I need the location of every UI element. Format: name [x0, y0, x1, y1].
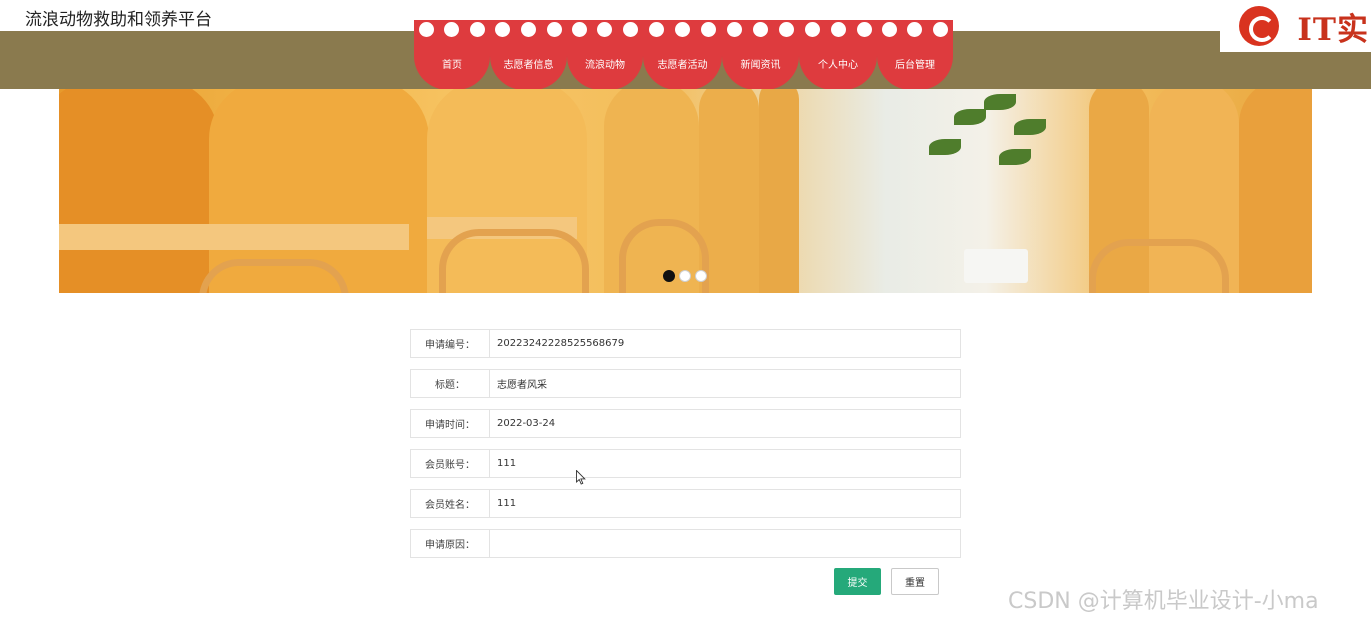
form-row-application-time: 申请时间： 2022-03-24	[410, 409, 961, 438]
form-row-member-account: 会员账号： 111	[410, 449, 961, 478]
nav-item-label: 志愿者活动	[657, 60, 708, 71]
watermark: CSDN @计算机毕业设计-小ma	[1008, 589, 1319, 614]
nav-item-home[interactable]: 首页	[414, 20, 490, 90]
carousel-dot-3[interactable]	[695, 270, 707, 282]
banner-chair	[439, 229, 589, 293]
banner-booth-panel	[759, 89, 799, 293]
banner-leaf	[1014, 119, 1046, 135]
form-row-title: 标题： 志愿者风采	[410, 369, 961, 398]
form-row-member-name: 会员姓名： 111	[410, 489, 961, 518]
carousel-indicators	[663, 270, 707, 282]
banner-leaf	[999, 149, 1031, 165]
form-actions: 提交 重置	[834, 568, 939, 595]
application-number-label: 申请编号：	[410, 329, 490, 358]
carousel-banner[interactable]	[59, 89, 1312, 293]
form-row-application-number: 申请编号： 20223242228525568679	[410, 329, 961, 358]
scallop-decoration	[722, 20, 799, 37]
scallop-decoration	[799, 20, 877, 37]
application-form: 申请编号： 20223242228525568679 标题： 志愿者风采 申请时…	[410, 329, 961, 569]
submit-button[interactable]: 提交	[834, 568, 881, 595]
logo: IT实	[1220, 0, 1371, 52]
banner-chair	[199, 259, 349, 293]
scallop-decoration	[643, 20, 722, 37]
application-time-label: 申请时间：	[410, 409, 490, 438]
logo-text: IT实	[1297, 11, 1369, 48]
application-time-field[interactable]: 2022-03-24	[490, 409, 961, 438]
form-row-application-reason: 申请原因：	[410, 529, 961, 558]
mouse-cursor-icon	[576, 470, 586, 485]
banner-chair	[1089, 239, 1229, 293]
main-menu: 首页 志愿者信息 流浪动物 志愿者活动 新闻资讯 个人中心 后台管理	[414, 20, 953, 90]
application-reason-field[interactable]	[490, 529, 961, 558]
nav-item-admin[interactable]: 后台管理	[877, 20, 953, 90]
banner-desk	[59, 224, 409, 250]
member-name-label: 会员姓名：	[410, 489, 490, 518]
nav-item-label: 首页	[442, 60, 462, 71]
nav-item-label: 流浪动物	[585, 60, 625, 71]
member-account-field[interactable]: 111	[490, 449, 961, 478]
banner-booth-panel	[1239, 89, 1312, 293]
scallop-decoration	[414, 20, 490, 37]
banner-leaf	[954, 109, 986, 125]
nav-item-stray-animals[interactable]: 流浪动物	[567, 20, 643, 90]
nav-item-volunteer-info[interactable]: 志愿者信息	[490, 20, 567, 90]
member-account-label: 会员账号：	[410, 449, 490, 478]
banner-leaf	[984, 94, 1016, 110]
nav-item-news[interactable]: 新闻资讯	[722, 20, 799, 90]
nav-item-label: 志愿者信息	[503, 60, 554, 71]
chrome-icon	[1239, 6, 1280, 46]
application-reason-label: 申请原因：	[410, 529, 490, 558]
nav-item-label: 后台管理	[895, 60, 935, 71]
nav-item-label: 个人中心	[818, 60, 858, 71]
nav-item-personal-center[interactable]: 个人中心	[799, 20, 877, 90]
application-number-field[interactable]: 20223242228525568679	[490, 329, 961, 358]
site-title: 流浪动物救助和领养平台	[25, 10, 212, 30]
scallop-decoration	[490, 20, 567, 37]
nav-item-volunteer-activities[interactable]: 志愿者活动	[643, 20, 722, 90]
member-name-field[interactable]: 111	[490, 489, 961, 518]
nav-item-label: 新闻资讯	[740, 60, 781, 71]
banner-booth-panel	[59, 89, 219, 293]
reset-button[interactable]: 重置	[891, 568, 939, 595]
banner-plant-pot	[964, 249, 1028, 283]
page: 流浪动物救助和领养平台 IT实 首页 志愿者信息 流浪动物 志愿者活动 新闻资讯…	[0, 0, 1371, 619]
scallop-decoration	[877, 20, 953, 37]
carousel-dot-2[interactable]	[679, 270, 691, 282]
title-field[interactable]: 志愿者风采	[490, 369, 961, 398]
banner-leaf	[929, 139, 961, 155]
scallop-decoration	[567, 20, 643, 37]
title-label: 标题：	[410, 369, 490, 398]
carousel-dot-1[interactable]	[663, 270, 675, 282]
